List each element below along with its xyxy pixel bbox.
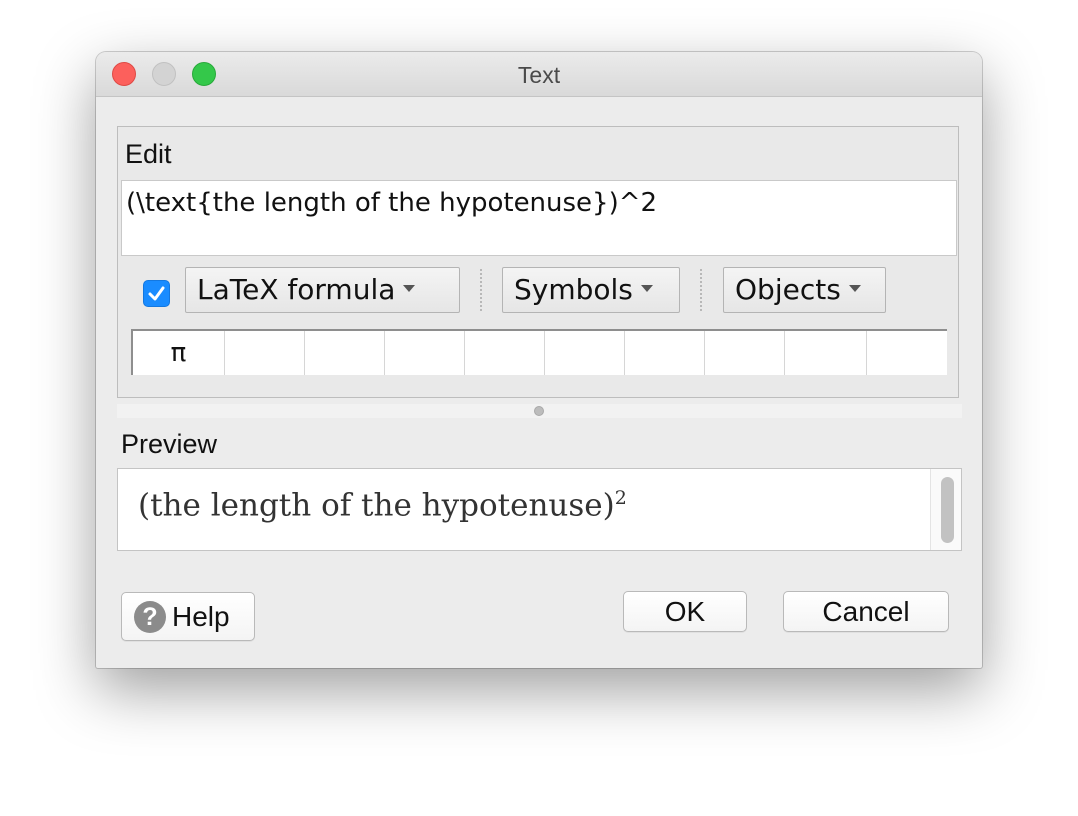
objects-dropdown[interactable]: Objects — [723, 267, 886, 313]
text-dialog: Text Edit (\text{the length of the hypot… — [96, 52, 982, 668]
symbol-palette: π — [131, 329, 947, 375]
symbol-cell[interactable] — [785, 331, 867, 375]
symbol-cell[interactable] — [705, 331, 785, 375]
split-pane-divider[interactable] — [117, 404, 962, 418]
chevron-down-icon — [848, 284, 861, 292]
objects-label: Objects — [735, 273, 841, 306]
window-title: Text — [517, 62, 561, 88]
symbols-dropdown[interactable]: Symbols — [502, 267, 680, 313]
symbol-cell[interactable] — [225, 331, 305, 375]
help-button-label: Help — [172, 601, 230, 632]
ok-button[interactable]: OK — [623, 591, 747, 632]
latex-input[interactable]: (\text{the length of the hypotenuse})^2 — [121, 180, 957, 256]
symbol-cell[interactable] — [867, 331, 947, 375]
latex-checkbox[interactable] — [143, 280, 170, 307]
symbol-cell[interactable] — [465, 331, 545, 375]
preview-label: Preview — [121, 429, 218, 459]
preview-scrollbar[interactable] — [930, 469, 961, 550]
symbol-cell[interactable] — [305, 331, 385, 375]
preview-formula-exponent: 2 — [614, 487, 627, 509]
toolbar-separator — [480, 269, 482, 311]
symbol-cell[interactable] — [545, 331, 625, 375]
chevron-down-icon — [640, 284, 653, 292]
symbol-cell[interactable]: π — [133, 331, 225, 375]
preview-area: (the length of the hypotenuse)2 — [117, 468, 962, 551]
checkmark-icon — [148, 286, 165, 301]
preview-formula: (the length of the hypotenuse)2 — [138, 487, 627, 523]
chevron-down-icon — [403, 284, 416, 292]
latex-formula-dropdown[interactable]: LaTeX formula — [185, 267, 460, 313]
symbols-label: Symbols — [514, 273, 633, 306]
symbol-cell[interactable] — [625, 331, 705, 375]
edit-panel: Edit (\text{the length of the hypotenuse… — [117, 126, 959, 398]
symbol-cell[interactable] — [385, 331, 465, 375]
question-mark-icon: ? — [134, 601, 166, 633]
latex-formula-label: LaTeX formula — [197, 273, 396, 306]
title-bar[interactable]: Text — [96, 52, 982, 97]
scrollbar-thumb[interactable] — [941, 477, 954, 543]
help-button[interactable]: ? Help — [121, 592, 255, 641]
toolbar-separator — [700, 269, 702, 311]
cancel-button[interactable]: Cancel — [783, 591, 949, 632]
preview-formula-text: (the length of the hypotenuse) — [138, 487, 615, 524]
edit-label: Edit — [125, 139, 172, 169]
divider-handle[interactable] — [534, 406, 544, 416]
